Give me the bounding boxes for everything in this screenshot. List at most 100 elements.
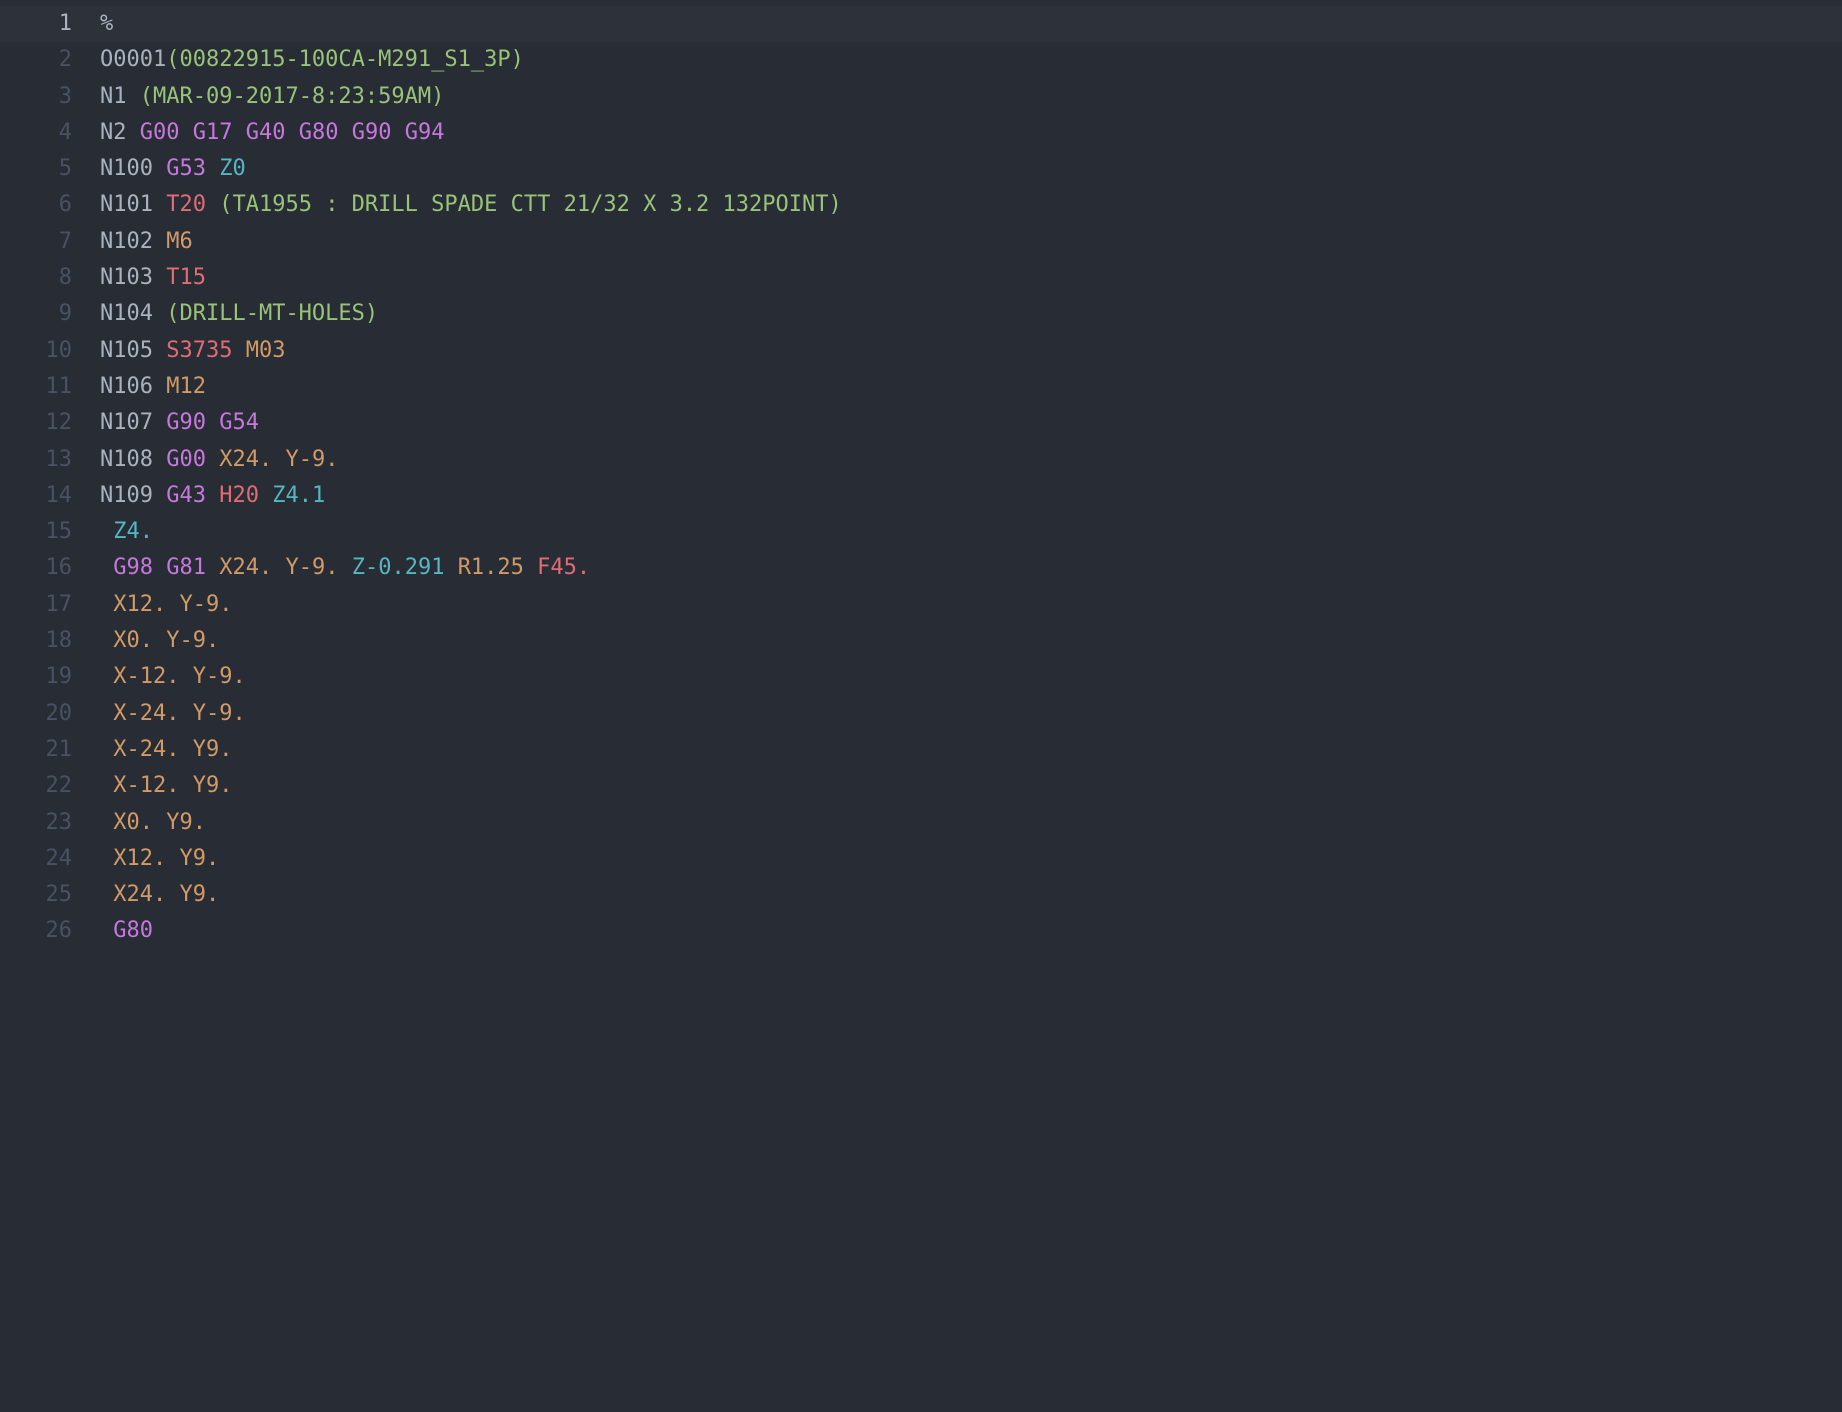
code-line[interactable]: 3N1 (MAR-09-2017-8:23:59AM) <box>0 79 1842 115</box>
token-plain <box>206 555 219 580</box>
code-content[interactable]: G80 <box>100 913 1842 949</box>
line-number: 23 <box>0 805 100 841</box>
code-content[interactable]: N1 (MAR-09-2017-8:23:59AM) <box>100 79 1842 115</box>
token-orange: M12 <box>166 374 206 399</box>
code-line[interactable]: 20 X-24. Y-9. <box>0 696 1842 732</box>
token-plain <box>180 120 193 145</box>
code-content[interactable]: % <box>100 6 1842 42</box>
code-line[interactable]: 5N100 G53 Z0 <box>0 151 1842 187</box>
token-red: S3735 <box>166 338 232 363</box>
code-content[interactable]: Z4. <box>100 514 1842 550</box>
line-number: 25 <box>0 877 100 913</box>
line-number: 3 <box>0 79 100 115</box>
code-line[interactable]: 26 G80 <box>0 913 1842 949</box>
token-plain: N104 <box>100 301 166 326</box>
token-orange: X-24. <box>113 701 179 726</box>
code-line[interactable]: 18 X0. Y-9. <box>0 623 1842 659</box>
code-content[interactable]: N2 G00 G17 G40 G80 G90 G94 <box>100 115 1842 151</box>
token-plain <box>392 120 405 145</box>
token-plain <box>100 701 113 726</box>
code-line[interactable]: 7N102 M6 <box>0 224 1842 260</box>
code-line[interactable]: 8N103 T15 <box>0 260 1842 296</box>
code-line[interactable]: 22 X-12. Y9. <box>0 768 1842 804</box>
token-plain: N2 <box>100 120 140 145</box>
line-number: 21 <box>0 732 100 768</box>
token-plain <box>179 773 192 798</box>
code-line[interactable]: 25 X24. Y9. <box>0 877 1842 913</box>
code-content[interactable]: N103 T15 <box>100 260 1842 296</box>
code-line[interactable]: 2O0001(00822915-100CA-M291_S1_3P) <box>0 42 1842 78</box>
code-content[interactable]: X12. Y-9. <box>100 587 1842 623</box>
code-content[interactable]: X-24. Y-9. <box>100 696 1842 732</box>
code-line[interactable]: 13N108 G00 X24. Y-9. <box>0 442 1842 478</box>
line-number: 19 <box>0 659 100 695</box>
line-number: 10 <box>0 333 100 369</box>
code-line[interactable]: 16 G98 G81 X24. Y-9. Z-0.291 R1.25 F45. <box>0 550 1842 586</box>
line-number: 5 <box>0 151 100 187</box>
code-line[interactable]: 23 X0. Y9. <box>0 805 1842 841</box>
code-content[interactable]: N109 G43 H20 Z4.1 <box>100 478 1842 514</box>
token-plain <box>272 555 285 580</box>
code-content[interactable]: X24. Y9. <box>100 877 1842 913</box>
token-plain <box>206 483 219 508</box>
code-line[interactable]: 10N105 S3735 M03 <box>0 333 1842 369</box>
code-content[interactable]: N106 M12 <box>100 369 1842 405</box>
token-plain: N106 <box>100 374 166 399</box>
token-orange: X-12. <box>113 664 179 689</box>
code-line[interactable]: 19 X-12. Y-9. <box>0 659 1842 695</box>
token-purple: G00 <box>166 447 206 472</box>
code-content[interactable]: X-24. Y9. <box>100 732 1842 768</box>
token-orange: Y9. <box>166 810 206 835</box>
line-number: 22 <box>0 768 100 804</box>
code-content[interactable]: X12. Y9. <box>100 841 1842 877</box>
token-cyan: Z4.1 <box>272 483 325 508</box>
token-red: H20 <box>219 483 259 508</box>
line-number: 17 <box>0 587 100 623</box>
code-line[interactable]: 12N107 G90 G54 <box>0 405 1842 441</box>
code-content[interactable]: O0001(00822915-100CA-M291_S1_3P) <box>100 42 1842 78</box>
code-line[interactable]: 4N2 G00 G17 G40 G80 G90 G94 <box>0 115 1842 151</box>
code-line[interactable]: 17 X12. Y-9. <box>0 587 1842 623</box>
token-plain <box>179 737 192 762</box>
code-line[interactable]: 21 X-24. Y9. <box>0 732 1842 768</box>
code-content[interactable]: G98 G81 X24. Y-9. Z-0.291 R1.25 F45. <box>100 550 1842 586</box>
token-plain <box>166 846 179 871</box>
line-number: 14 <box>0 478 100 514</box>
token-plain <box>524 555 537 580</box>
code-line[interactable]: 11N106 M12 <box>0 369 1842 405</box>
code-content[interactable]: X-12. Y-9. <box>100 659 1842 695</box>
code-line[interactable]: 24 X12. Y9. <box>0 841 1842 877</box>
token-plain <box>259 483 272 508</box>
code-content[interactable]: N100 G53 Z0 <box>100 151 1842 187</box>
token-red: T20 <box>166 192 206 217</box>
code-content[interactable]: N101 T20 (TA1955 : DRILL SPADE CTT 21/32… <box>100 187 1842 223</box>
code-content[interactable]: N105 S3735 M03 <box>100 333 1842 369</box>
token-orange: X-24. <box>113 737 179 762</box>
code-content[interactable]: N108 G00 X24. Y-9. <box>100 442 1842 478</box>
line-number: 8 <box>0 260 100 296</box>
code-line[interactable]: 14N109 G43 H20 Z4.1 <box>0 478 1842 514</box>
code-line[interactable]: 15 Z4. <box>0 514 1842 550</box>
code-line[interactable]: 1% <box>0 6 1842 42</box>
token-orange: X-12. <box>113 773 179 798</box>
token-plain <box>232 338 245 363</box>
code-line[interactable]: 6N101 T20 (TA1955 : DRILL SPADE CTT 21/3… <box>0 187 1842 223</box>
code-content[interactable]: N102 M6 <box>100 224 1842 260</box>
token-orange: Y-9. <box>193 701 246 726</box>
token-plain <box>286 120 299 145</box>
line-number: 4 <box>0 115 100 151</box>
code-content[interactable]: X0. Y-9. <box>100 623 1842 659</box>
token-comment: (TA1955 : DRILL SPADE CTT 21/32 X 3.2 13… <box>219 192 842 217</box>
line-number: 15 <box>0 514 100 550</box>
code-content[interactable]: X-12. Y9. <box>100 768 1842 804</box>
code-line[interactable]: 9N104 (DRILL-MT-HOLES) <box>0 296 1842 332</box>
code-content[interactable]: X0. Y9. <box>100 805 1842 841</box>
token-purple: G80 <box>299 120 339 145</box>
code-editor[interactable]: 1%2O0001(00822915-100CA-M291_S1_3P)3N1 (… <box>0 0 1842 950</box>
code-content[interactable]: N107 G90 G54 <box>100 405 1842 441</box>
token-orange: M6 <box>166 229 193 254</box>
token-plain: N105 <box>100 338 166 363</box>
code-content[interactable]: N104 (DRILL-MT-HOLES) <box>100 296 1842 332</box>
token-plain <box>339 120 352 145</box>
token-orange: X12. <box>113 846 166 871</box>
